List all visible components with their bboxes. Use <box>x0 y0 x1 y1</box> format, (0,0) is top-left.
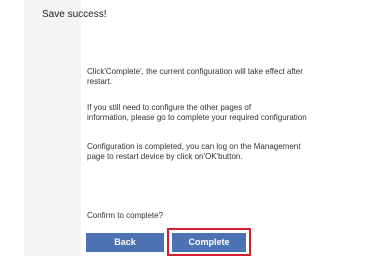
page-title: Save success! <box>42 9 107 20</box>
confirm-prompt: Confirm to complete? <box>87 211 164 220</box>
message-configure-other-pages: If you still need to configure the other… <box>87 103 389 122</box>
complete-button[interactable]: Complete <box>172 233 246 252</box>
message-line: Configuration is completed, you can log … <box>87 142 301 151</box>
message-line: information, please go to complete your … <box>87 112 307 122</box>
message-line: restart. <box>87 76 112 86</box>
message-line: If you still need to configure the other… <box>87 103 252 112</box>
message-apply-on-restart: Click'Complete', the current configurati… <box>87 67 389 86</box>
message-restart-instructions: Configuration is completed, you can log … <box>87 142 389 161</box>
message-line: page to restart device by click on'OK'bu… <box>87 151 243 161</box>
back-button[interactable]: Back <box>86 233 164 252</box>
message-line: Click'Complete', the current configurati… <box>87 67 303 76</box>
